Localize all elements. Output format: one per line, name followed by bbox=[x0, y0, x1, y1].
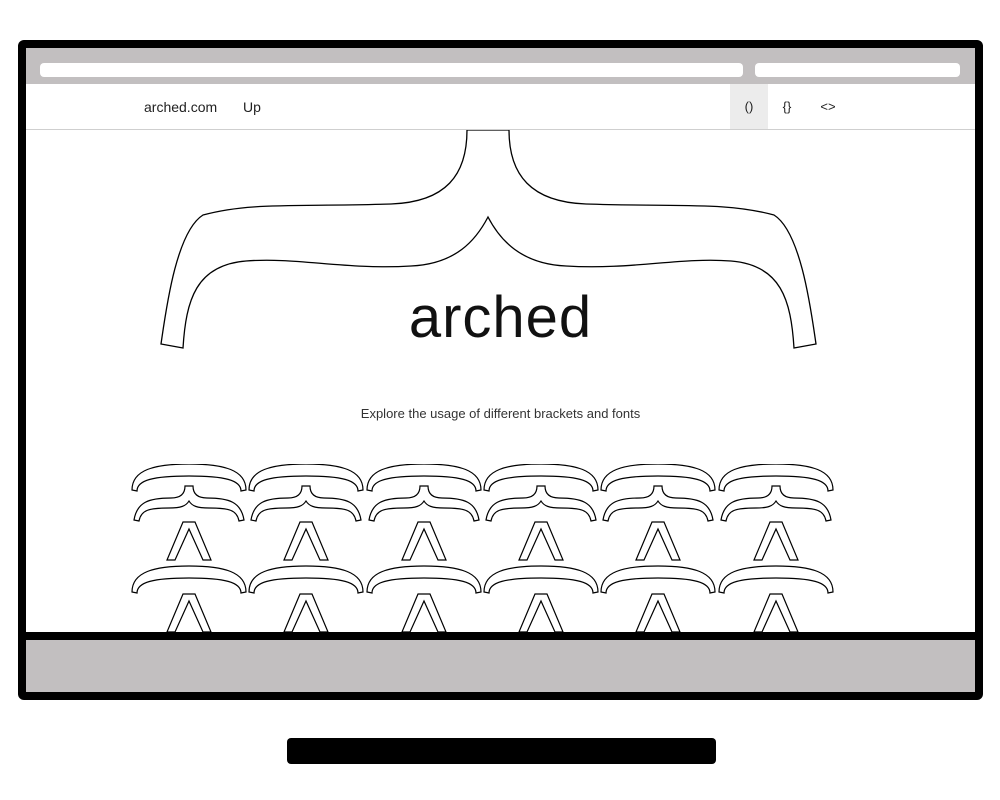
browser-chrome bbox=[26, 48, 975, 84]
page-viewport: arched.com Up () {} <> arched Explore th… bbox=[26, 84, 975, 632]
address-bar[interactable] bbox=[40, 63, 743, 77]
tab-curly-braces[interactable]: {} bbox=[768, 84, 806, 129]
top-nav: arched.com Up () {} <> bbox=[26, 84, 975, 130]
hero-title: arched bbox=[408, 285, 593, 350]
tab-parentheses[interactable]: () bbox=[730, 84, 768, 129]
screen: arched.com Up () {} <> arched Explore th… bbox=[26, 48, 975, 692]
monitor-frame: arched.com Up () {} <> arched Explore th… bbox=[18, 40, 983, 700]
monitor-stand bbox=[287, 738, 716, 764]
hero-subtitle: Explore the usage of different brackets … bbox=[360, 406, 641, 421]
search-bar[interactable] bbox=[755, 63, 960, 77]
tab-angle-brackets[interactable]: <> bbox=[809, 84, 847, 129]
site-brand-link[interactable]: arched.com bbox=[144, 84, 217, 130]
screen-bottom-bezel bbox=[26, 632, 975, 640]
arch-pattern bbox=[131, 464, 834, 632]
up-link[interactable]: Up bbox=[243, 84, 261, 130]
arch-glyph-icon bbox=[131, 464, 834, 632]
